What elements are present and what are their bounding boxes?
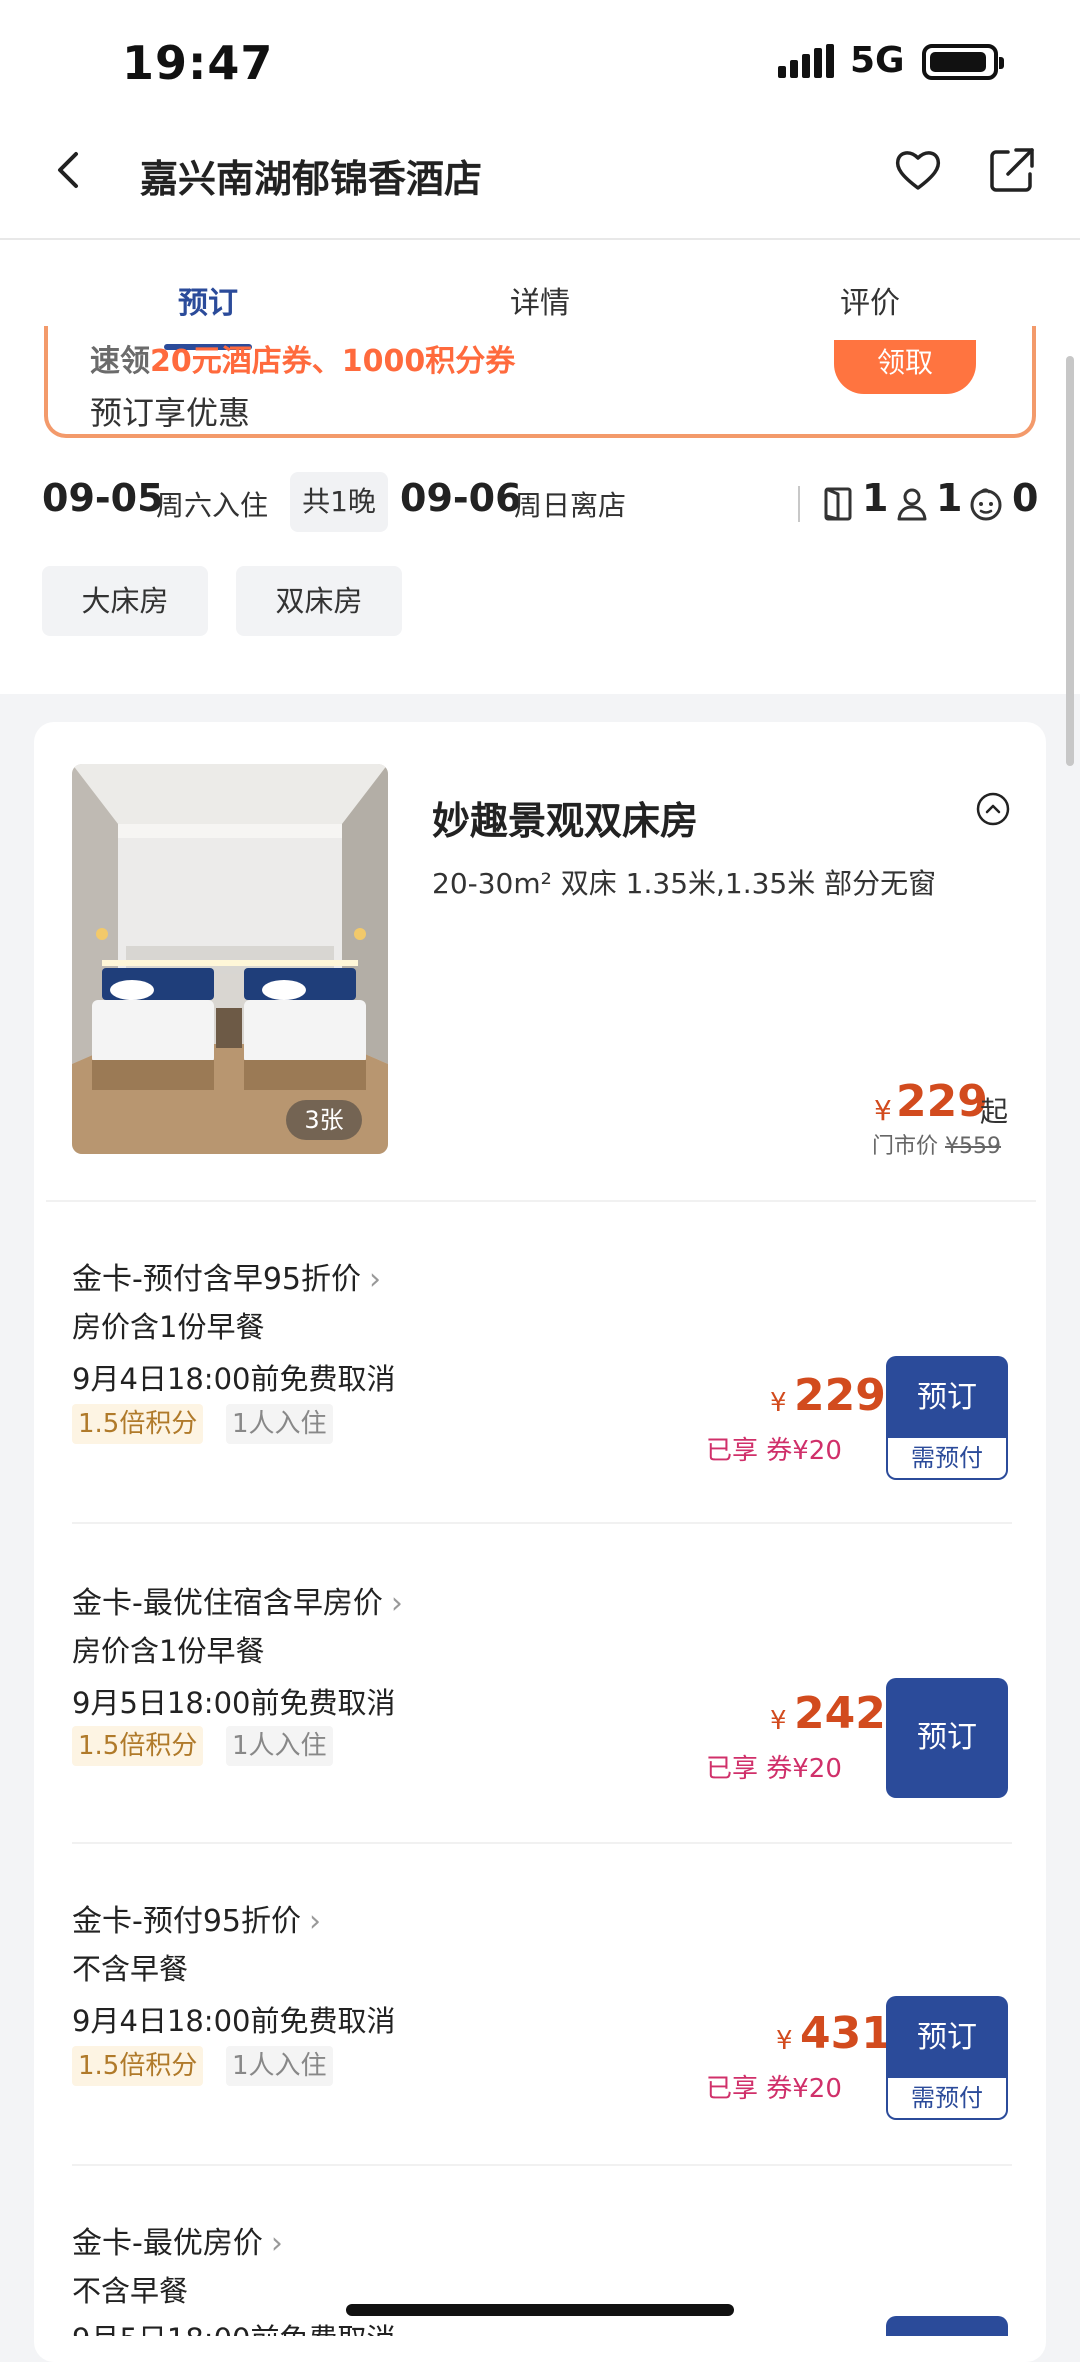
rate-plan-cancel: 9月4日18:00前免费取消 — [72, 2004, 396, 2038]
discount-text: 已享 券¥20 — [706, 2074, 842, 2104]
market-price: 门市价 ¥559 — [872, 1128, 1001, 1160]
rate-plan-breakfast: 房价含1份早餐 — [72, 1310, 265, 1344]
price-currency: ¥ — [770, 1388, 787, 1418]
rate-plan-title[interactable]: 金卡-最优住宿含早房价 › — [72, 1578, 403, 1622]
room-door-icon — [824, 487, 852, 521]
hotel-title: 嘉兴南湖郁锦香酒店 — [140, 157, 483, 201]
network-type: 5G — [850, 40, 905, 81]
rate-plan-breakfast: 不含早餐 — [72, 2274, 189, 2308]
home-indicator[interactable] — [346, 2304, 734, 2316]
book-button[interactable]: 预订 — [886, 1356, 1008, 1440]
rate-price: 242 — [794, 1688, 886, 1739]
rate-plan-cancel: 9月5日18:00前免费取消 — [72, 2316, 395, 2336]
adult-count[interactable]: 1 — [936, 476, 962, 520]
room-photo-image — [72, 764, 388, 1154]
points-tag: 1.5倍积分 — [72, 1726, 204, 1766]
book-button[interactable]: 预订 — [886, 1678, 1008, 1798]
divider — [72, 2164, 1012, 2166]
rate-plan-cancel-clip: 9月5日18:00前免费取消 — [72, 2316, 672, 2336]
chevron-right-icon: › — [309, 1904, 321, 1939]
chevron-right-icon: › — [390, 1586, 403, 1621]
favorite-heart-icon[interactable] — [892, 144, 944, 196]
rate-plan-cancel: 9月4日18:00前免费取消 — [72, 1362, 396, 1396]
promo-prefix: 速领 — [90, 344, 150, 379]
tab-booking[interactable]: 预订 — [178, 278, 238, 322]
signal-icon — [778, 44, 834, 78]
room-spec: 20-30m² 双床 1.35米,1.35米 部分无窗 — [432, 867, 937, 900]
photo-count-badge: 3张 — [286, 1100, 362, 1140]
rate-plan-title[interactable]: 金卡-预付95折价 › — [72, 1896, 321, 1940]
divider — [46, 1200, 1036, 1202]
price-currency: ¥ — [770, 1706, 787, 1736]
market-price-label: 门市价 — [872, 1134, 939, 1159]
points-tag: 1.5倍积分 — [72, 1404, 204, 1444]
claim-button[interactable]: 领取 — [834, 340, 976, 394]
book-button[interactable]: 预订 — [886, 1996, 1008, 2080]
chevron-right-icon: › — [369, 1262, 381, 1297]
tab-reviews[interactable]: 评价 — [840, 278, 900, 322]
promo-text: 速领20元酒店券、1000积分券 — [90, 340, 515, 380]
rate-plan-breakfast: 房价含1份早餐 — [72, 1634, 265, 1668]
filter-chip-twin[interactable]: 双床房 — [236, 566, 402, 636]
child-count[interactable]: 0 — [1012, 476, 1038, 520]
child-icon — [970, 488, 1002, 521]
checkout-date[interactable]: 09-06 — [400, 476, 522, 520]
rate-plan-title[interactable]: 金卡-最优房价 › — [72, 2218, 283, 2262]
discount-text: 已享 券¥20 — [706, 1436, 842, 1466]
rate-price: 431 — [800, 2008, 892, 2059]
room-count[interactable]: 1 — [862, 476, 888, 520]
nights-badge: 共1晚 — [290, 472, 388, 532]
room-price: 229 — [896, 1076, 988, 1127]
occupancy-tag: 1人入住 — [226, 1404, 333, 1444]
rate-price: 229 — [794, 1370, 886, 1421]
promo-subtitle: 预订享优惠 — [90, 394, 251, 432]
room-price-suffix: 起 — [980, 1095, 1009, 1128]
points-tag: 1.5倍积分 — [72, 2046, 204, 2086]
filter-chip-king[interactable]: 大床房 — [42, 566, 208, 636]
rate-plan-title[interactable]: 金卡-预付含早95折价 › — [72, 1254, 381, 1298]
price-currency: ¥ — [776, 2026, 793, 2056]
market-price-value: ¥559 — [945, 1134, 1002, 1159]
room-photo[interactable] — [72, 764, 388, 1154]
adult-icon — [897, 488, 927, 521]
rate-plan-name: 金卡-预付含早95折价 — [72, 1262, 361, 1297]
room-price-currency: ¥ — [874, 1094, 892, 1127]
rate-plan-breakfast: 不含早餐 — [72, 1952, 189, 1986]
checkin-label[interactable]: 周六入住 — [156, 484, 268, 524]
promo-highlight: 20元酒店券、1000积分券 — [150, 344, 516, 379]
rate-plan-cancel: 9月5日18:00前免费取消 — [72, 1686, 396, 1720]
occupancy-tag: 1人入住 — [226, 1726, 333, 1766]
chevron-right-icon: › — [270, 2226, 283, 2261]
rate-plan-name: 金卡-预付95折价 — [72, 1904, 301, 1939]
discount-text: 已享 券¥20 — [706, 1754, 842, 1784]
prepay-label[interactable]: 需预付 — [886, 2078, 1008, 2120]
prepay-label[interactable]: 需预付 — [886, 1438, 1008, 1480]
share-icon[interactable] — [986, 144, 1038, 196]
divider — [72, 1842, 1012, 1844]
checkout-label[interactable]: 周日离店 — [514, 484, 626, 524]
divider — [72, 1522, 1012, 1524]
checkin-date[interactable]: 09-05 — [42, 476, 164, 520]
scrollbar[interactable] — [1066, 356, 1074, 766]
battery-icon — [922, 44, 1004, 80]
back-arrow-icon[interactable] — [50, 150, 90, 190]
divider — [798, 486, 800, 522]
book-button[interactable] — [886, 2316, 1008, 2336]
room-name: 妙趣景观双床房 — [432, 799, 699, 843]
collapse-chevron-icon[interactable] — [976, 792, 1010, 826]
status-time: 19:47 — [122, 36, 274, 90]
rate-plan-name: 金卡-最优住宿含早房价 — [72, 1586, 383, 1621]
occupancy-tag: 1人入住 — [226, 2046, 333, 2086]
rate-plan-name: 金卡-最优房价 — [72, 2226, 263, 2261]
tab-details[interactable]: 详情 — [510, 278, 570, 322]
